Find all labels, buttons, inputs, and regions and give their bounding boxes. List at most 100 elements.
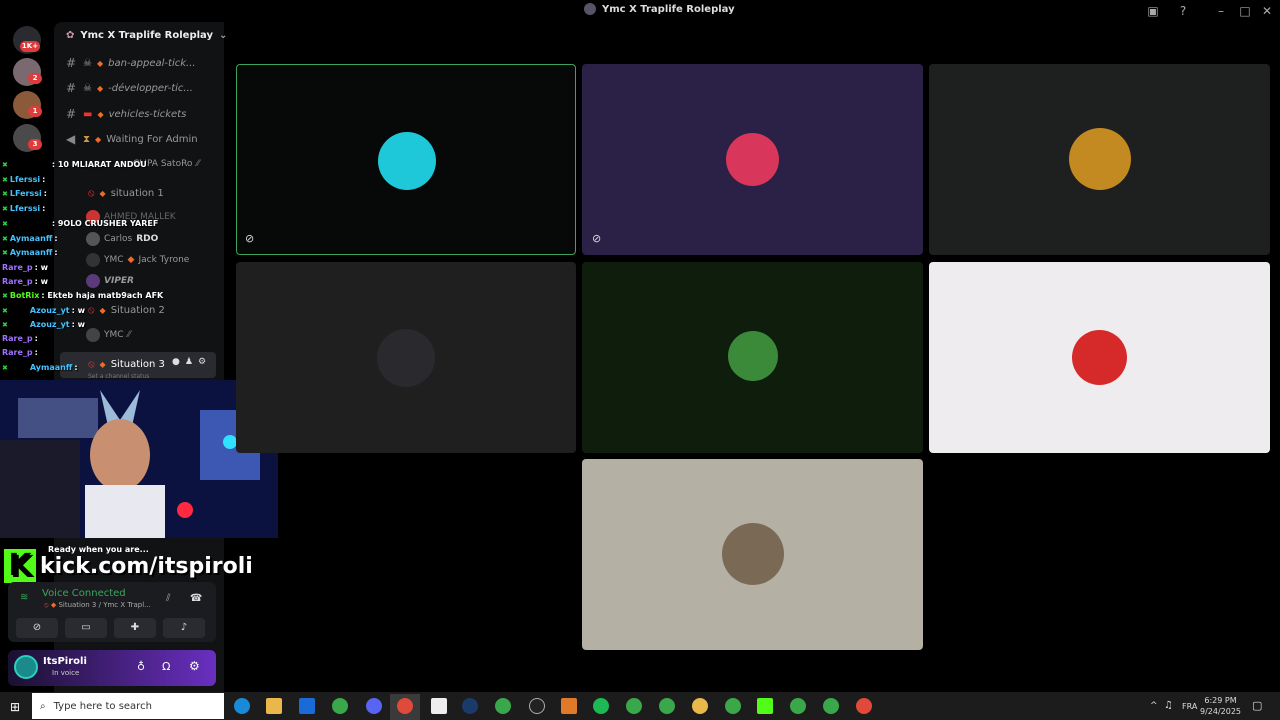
channel-developper[interactable]: # ☠ ◆ -développer-tic... [66, 78, 216, 98]
chat-message: ✖ Lferssi: [2, 175, 46, 184]
muted-icon: ⁄⁄ [196, 159, 200, 169]
channel-label: situation 1 [110, 187, 164, 199]
chrome-icon[interactable] [692, 698, 708, 714]
chat-message: ✖ Aymaanff: [2, 248, 58, 257]
minimize-button[interactable]: – [1212, 2, 1230, 20]
edge-icon[interactable] [234, 698, 250, 714]
chrome-icon[interactable] [626, 698, 642, 714]
chevron-up-icon[interactable]: ^ [1150, 701, 1158, 711]
chrome-icon[interactable] [659, 698, 675, 714]
username[interactable]: ItsPiroli [43, 656, 87, 667]
app-icon[interactable] [561, 698, 577, 714]
channel-status-hint[interactable]: Set a channel status [88, 373, 149, 380]
text-channel-icon: # [66, 56, 77, 70]
channel-situation-2[interactable]: ⦸ ◆ Situation 2 [88, 300, 238, 320]
kick-app-icon[interactable] [757, 698, 773, 714]
channel-situation-3[interactable]: ⦸ ◆ Situation 3 [88, 354, 238, 374]
signal-icon[interactable]: ≋ [20, 592, 28, 603]
chat-icon[interactable]: ● [172, 357, 180, 367]
chrome-icon[interactable] [856, 698, 872, 714]
server-logo-icon [584, 3, 596, 15]
server-badge-2: 1 [28, 106, 42, 117]
channel-actions: ● ♟ ⚙ [172, 357, 206, 367]
diamond-icon: ◆ [96, 58, 104, 68]
soundboard-button[interactable]: ♪ [163, 618, 205, 638]
chat-message: Rare_p: w [2, 263, 49, 272]
inbox-icon[interactable]: ▣ [1144, 2, 1162, 20]
participant-avatar [726, 133, 779, 186]
voice-user[interactable]: YMC ◆ Jack Tyrone [86, 251, 189, 269]
app-icon[interactable] [529, 698, 545, 714]
chrome-icon[interactable] [495, 698, 511, 714]
voice-user[interactable]: YMC ⁄⁄ [86, 326, 131, 344]
diamond-icon: ◆ [99, 359, 106, 369]
channel-ban-appeal[interactable]: # ☠ ◆ ban-appeal-tick... [66, 53, 216, 73]
disconnect-icon[interactable]: ☎ [190, 593, 202, 604]
chrome-icon[interactable] [332, 698, 348, 714]
participant-tile[interactable] [582, 459, 923, 650]
microphone-icon[interactable]: ♁ [137, 660, 145, 673]
maximize-button[interactable]: □ [1236, 2, 1254, 20]
diamond-icon: ◆ [95, 134, 102, 144]
kick-badge-icon: ✖ [2, 320, 8, 329]
chat-message: ✖ Azouz_yt: w [2, 306, 85, 315]
participant-tile[interactable] [929, 64, 1270, 255]
spotify-icon[interactable] [593, 698, 609, 714]
voice-user-name: Carlos [104, 234, 133, 244]
server-badge-1: 2 [28, 73, 42, 84]
add-user-icon[interactable]: ♟ [185, 357, 193, 367]
steam-icon[interactable] [462, 698, 478, 714]
taskbar-search[interactable]: ⌕ Type here to search [32, 693, 224, 719]
camera-off-button[interactable]: ⊘ [16, 618, 58, 638]
channel-vehicles-tickets[interactable]: # ▬ ◆ vehicles-tickets [66, 104, 216, 124]
outlook-icon[interactable] [299, 698, 315, 714]
server-header[interactable]: ✿ Ymc X Traplife Roleplay ⌄ [66, 30, 227, 41]
windows-start-icon[interactable]: ⊞ [10, 700, 20, 714]
headphones-icon[interactable]: Ω [162, 660, 170, 673]
channel-waiting-for-admin[interactable]: ◀ ⧗ ◆ Waiting For Admin [66, 129, 216, 149]
notification-icon[interactable]: ▢ [1252, 699, 1262, 712]
screen-share-button[interactable]: ▭ [65, 618, 107, 638]
gear-icon[interactable]: ⚙ [189, 659, 200, 673]
diamond-icon: ◆ [50, 601, 57, 609]
participant-tile[interactable]: ⊘ [236, 64, 576, 255]
channel-label: Situation 3 [110, 358, 165, 370]
voice-user[interactable]: Carlos RDO [86, 230, 158, 248]
participant-tile[interactable]: ⊘ [582, 64, 923, 255]
activity-button[interactable]: ✚ [114, 618, 156, 638]
no-entry-icon: ⦸ [88, 358, 95, 370]
discord-icon[interactable] [366, 698, 382, 714]
gear-icon[interactable]: ⚙ [198, 357, 206, 367]
channel-label: vehicles-tickets [108, 108, 187, 120]
voice-channel-path[interactable]: ⦸ ◆ Situation 3 / Ymc X Trapl... [44, 601, 151, 610]
participant-tile[interactable] [236, 262, 576, 453]
channel-situation-1[interactable]: ⦸ ◆ situation 1 [88, 183, 238, 203]
noise-suppression-icon[interactable]: ⫽ [166, 593, 170, 604]
taskbar-clock[interactable]: 6:29 PM 9/24/2025 [1200, 695, 1241, 717]
camera-off-icon: ⊘ [245, 232, 255, 245]
hourglass-icon: ⧗ [83, 133, 91, 145]
participant-tile[interactable] [582, 262, 923, 453]
channel-label: Waiting For Admin [106, 133, 198, 145]
chrome-icon[interactable] [790, 698, 806, 714]
muted-icon: ⊘ [592, 232, 602, 245]
chrome-icon[interactable] [823, 698, 839, 714]
document-icon[interactable] [431, 698, 447, 714]
close-button[interactable]: ✕ [1258, 2, 1276, 20]
file-explorer-icon[interactable] [266, 698, 282, 714]
chrome-icon[interactable] [725, 698, 741, 714]
avatar[interactable] [14, 655, 38, 679]
voice-user[interactable]: VIPER [86, 272, 134, 290]
clock-time: 6:29 PM [1204, 696, 1237, 705]
voice-status[interactable]: Voice Connected [42, 588, 126, 599]
help-icon[interactable]: ? [1174, 2, 1192, 20]
search-icon: ⌕ [40, 700, 46, 712]
diamond-icon: ◆ [99, 305, 106, 315]
kick-badge-icon: ✖ [2, 204, 8, 213]
chrome-icon[interactable] [397, 698, 413, 714]
volume-icon[interactable]: ♫ [1164, 700, 1173, 711]
server-flower-icon: ✿ [66, 30, 75, 41]
chevron-down-icon[interactable]: ⌄ [219, 30, 227, 41]
language-indicator[interactable]: FRA [1182, 702, 1197, 711]
participant-tile[interactable] [929, 262, 1270, 453]
